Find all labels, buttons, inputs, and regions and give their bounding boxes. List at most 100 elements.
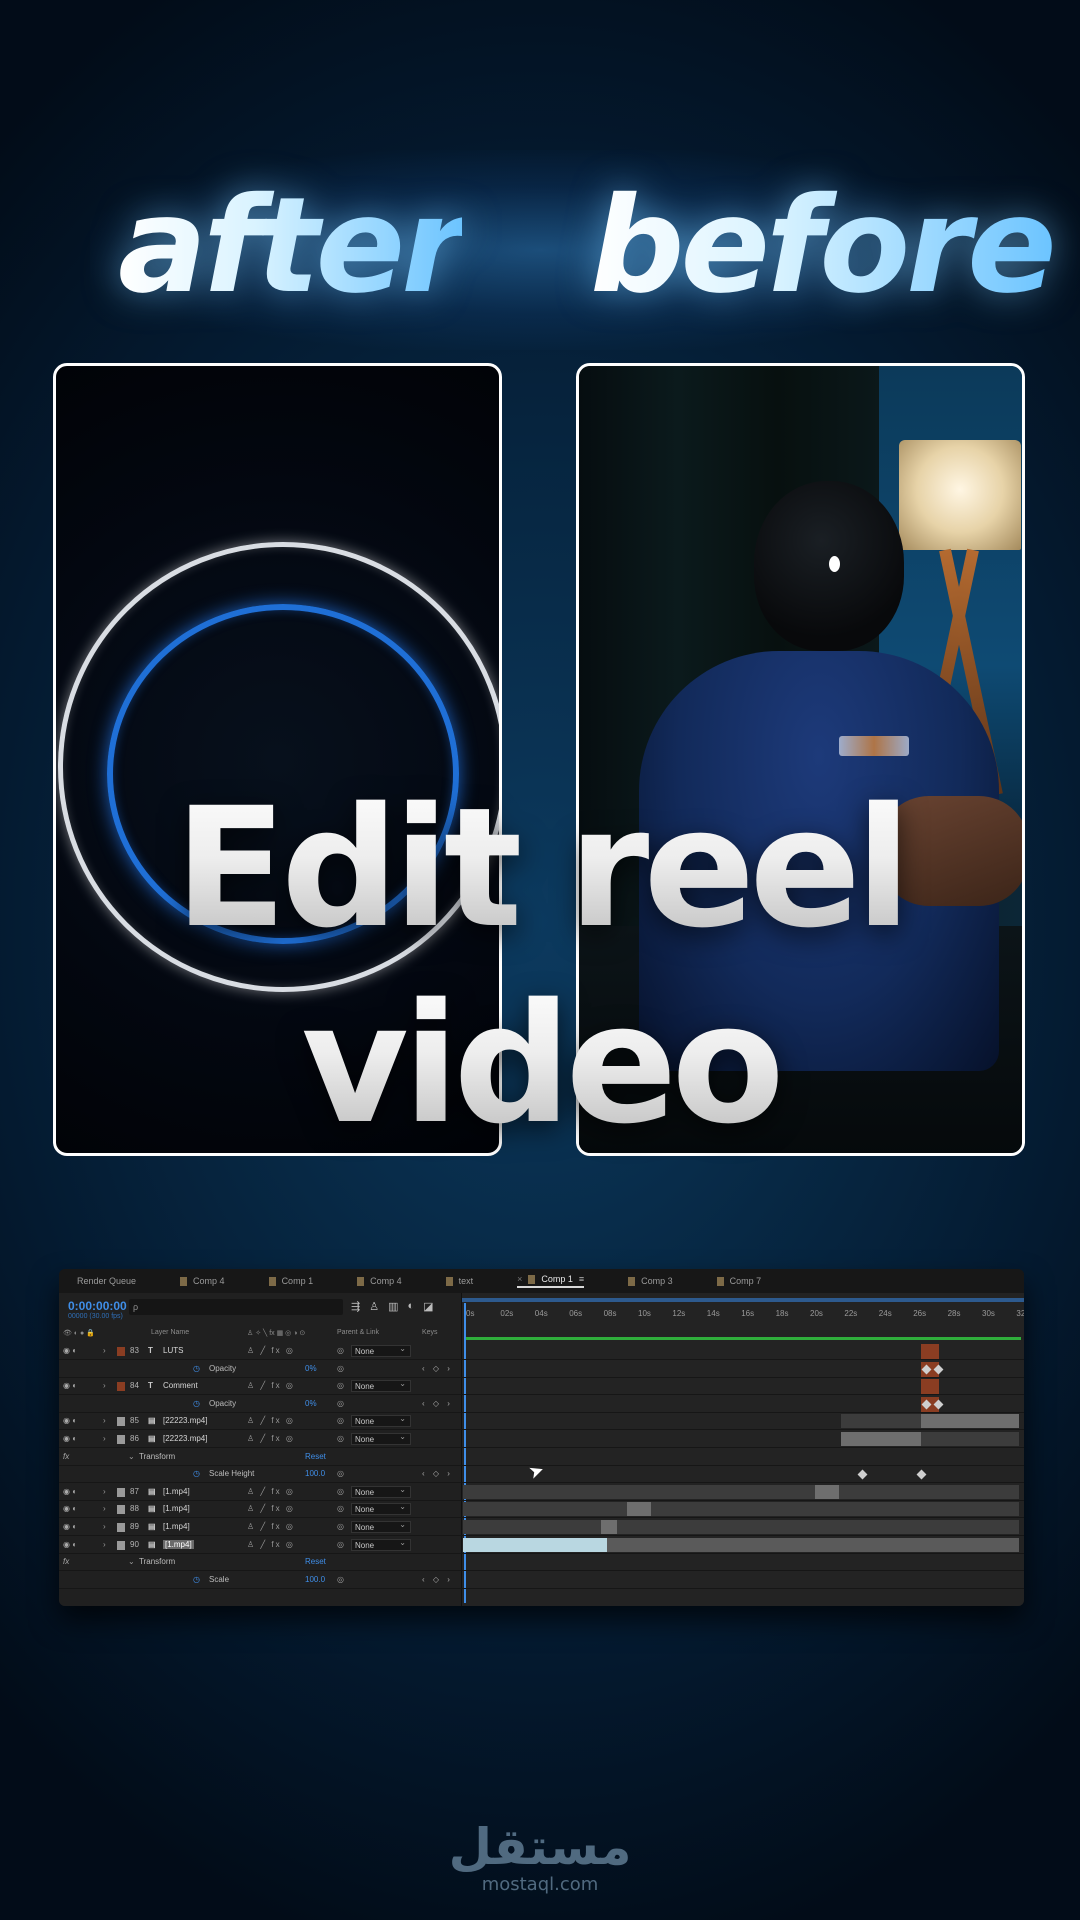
layer-name[interactable]: [22223.mp4] bbox=[163, 1434, 207, 1443]
layer-name[interactable]: [22223.mp4] bbox=[163, 1416, 207, 1425]
layer-switches[interactable]: ♙ ╱ fx ◎ bbox=[247, 1416, 295, 1425]
expand-arrow-icon[interactable]: › bbox=[103, 1540, 106, 1549]
layer-switches[interactable]: ♙ ╱ fx ◎ bbox=[247, 1434, 295, 1443]
tab-comp-7[interactable]: Comp 7 bbox=[716, 1276, 761, 1286]
clip-bar[interactable] bbox=[627, 1502, 651, 1517]
layer-name[interactable]: LUTS bbox=[163, 1346, 183, 1355]
expand-arrow-icon[interactable]: › bbox=[103, 1504, 106, 1513]
close-icon[interactable]: × bbox=[517, 1274, 522, 1284]
time-ruler[interactable]: 0s 02s 04s 06s 08s 10s 12s 14s 16s 18s 20s 22s 24s 26… bbox=[462, 1305, 1024, 1327]
keyframe-nav[interactable]: ‹ ◇ › bbox=[422, 1575, 453, 1584]
parent-select[interactable]: None bbox=[351, 1537, 411, 1551]
expand-arrow-icon[interactable]: › bbox=[103, 1487, 106, 1496]
layer-name[interactable]: Comment bbox=[163, 1381, 198, 1390]
tab-comp-4[interactable]: Comp 4 bbox=[180, 1276, 225, 1286]
clip-bar[interactable] bbox=[463, 1484, 815, 1499]
clip-bar[interactable] bbox=[651, 1502, 1019, 1517]
layer-row[interactable]: ◉ ◐ › 83 T LUTS ♙ ╱ fx ◎ ◎ None bbox=[59, 1343, 1024, 1360]
label-color-swatch[interactable] bbox=[117, 1435, 125, 1444]
label-color-swatch[interactable] bbox=[117, 1523, 125, 1532]
clip-bar[interactable] bbox=[921, 1432, 1019, 1446]
pickwhip-icon[interactable]: ◎ bbox=[337, 1504, 344, 1513]
layer-switches[interactable]: ♙ ╱ fx ◎ bbox=[247, 1504, 295, 1513]
graph-icon[interactable]: ⇶ bbox=[351, 1300, 360, 1313]
text-layer-clip[interactable] bbox=[921, 1344, 939, 1359]
expand-arrow-icon[interactable]: › bbox=[103, 1522, 106, 1531]
layer-switches[interactable]: ♙ ╱ fx ◎ bbox=[247, 1540, 295, 1549]
parent-select[interactable]: None bbox=[351, 1484, 411, 1498]
keyframe-nav[interactable]: ‹ ◇ › bbox=[422, 1364, 453, 1373]
clip-bar[interactable] bbox=[607, 1537, 1019, 1552]
clip-bar[interactable] bbox=[617, 1520, 1019, 1534]
tab-comp-3[interactable]: Comp 3 bbox=[628, 1276, 673, 1286]
expand-arrow-icon[interactable]: › bbox=[103, 1416, 106, 1425]
label-color-swatch[interactable] bbox=[117, 1505, 125, 1515]
group-row[interactable]: fx ⌄ Transform Reset bbox=[59, 1554, 1024, 1572]
parent-header[interactable]: Parent & Link bbox=[337, 1329, 379, 1336]
layer-switches[interactable]: ♙ ╱ fx ◎ bbox=[247, 1487, 295, 1496]
property-row[interactable]: ◷ Opacity 0% ◎ ‹ ◇ › bbox=[59, 1361, 1024, 1378]
pickwhip-icon[interactable]: ◎ bbox=[337, 1522, 344, 1531]
clip-bar[interactable] bbox=[815, 1484, 839, 1499]
tab-text[interactable]: text bbox=[445, 1276, 473, 1286]
visibility-icon[interactable]: ◉ ◐ bbox=[63, 1416, 77, 1425]
clip-bar[interactable] bbox=[463, 1537, 607, 1552]
stopwatch-icon[interactable]: ◷ bbox=[193, 1575, 200, 1584]
pickwhip-icon[interactable]: ◎ bbox=[337, 1416, 344, 1425]
pickwhip-icon[interactable]: ◎ bbox=[337, 1399, 344, 1408]
tab-comp-1[interactable]: × Comp 1 ≡ bbox=[517, 1274, 585, 1288]
property-value[interactable]: 0% bbox=[305, 1399, 317, 1408]
layer-name[interactable]: [1.mp4] bbox=[163, 1539, 194, 1549]
pickwhip-icon[interactable]: ◎ bbox=[337, 1575, 344, 1584]
pickwhip-icon[interactable]: ◎ bbox=[337, 1364, 344, 1373]
layer-switches[interactable]: ♙ ╱ fx ◎ bbox=[247, 1381, 295, 1390]
pickwhip-icon[interactable]: ◎ bbox=[337, 1540, 344, 1549]
label-color-swatch[interactable] bbox=[117, 1540, 125, 1550]
property-row[interactable]: ◷ Scale 100.0 ◎ ‹ ◇ › bbox=[59, 1572, 1024, 1589]
layer-name[interactable]: [1.mp4] bbox=[163, 1522, 190, 1531]
parent-select[interactable]: None bbox=[351, 1378, 411, 1393]
pickwhip-icon[interactable]: ◎ bbox=[337, 1469, 344, 1478]
keyframe-nav[interactable]: ‹ ◇ › bbox=[422, 1399, 453, 1408]
tab-comp-4[interactable]: Comp 4 bbox=[357, 1276, 402, 1286]
property-value[interactable]: 100.0 bbox=[305, 1469, 325, 1478]
clip-bar[interactable] bbox=[463, 1520, 601, 1534]
visibility-icon[interactable]: ◉ ◐ bbox=[63, 1487, 77, 1496]
pickwhip-icon[interactable]: ◎ bbox=[337, 1346, 344, 1355]
property-value[interactable]: 0% bbox=[305, 1364, 317, 1373]
expand-arrow-icon[interactable]: › bbox=[103, 1434, 106, 1443]
label-color-swatch[interactable] bbox=[117, 1347, 125, 1356]
motion-blur-icon[interactable]: ◐ bbox=[408, 1300, 415, 1313]
clip-bar[interactable] bbox=[463, 1502, 627, 1517]
parent-select[interactable]: None bbox=[351, 1343, 411, 1357]
parent-select[interactable]: None bbox=[351, 1501, 411, 1516]
pickwhip-icon[interactable]: ◎ bbox=[337, 1487, 344, 1496]
visibility-icon[interactable]: ◉ ◐ bbox=[63, 1540, 77, 1549]
pickwhip-icon[interactable]: ◎ bbox=[337, 1381, 344, 1390]
parent-select[interactable]: None bbox=[351, 1431, 411, 1445]
pickwhip-icon[interactable]: ◎ bbox=[337, 1434, 344, 1443]
expand-arrow-icon[interactable]: › bbox=[103, 1346, 106, 1355]
layer-switches[interactable]: ♙ ╱ fx ◎ bbox=[247, 1522, 295, 1531]
layer-name-header[interactable]: Layer Name bbox=[151, 1329, 189, 1336]
visibility-icon[interactable]: ◉ ◐ bbox=[63, 1434, 77, 1443]
layer-name[interactable]: [1.mp4] bbox=[163, 1504, 190, 1513]
visibility-icon[interactable]: ◉ ◐ bbox=[63, 1522, 77, 1531]
layer-row[interactable]: ◉ ◐ › 84 T Comment ♙ ╱ fx ◎ ◎ None bbox=[59, 1378, 1024, 1396]
stopwatch-icon[interactable]: ◷ bbox=[193, 1399, 200, 1408]
frame-blend-icon[interactable]: ▥ bbox=[388, 1300, 398, 1313]
reset-link[interactable]: Reset bbox=[305, 1452, 326, 1461]
shy-icon[interactable]: ♙ bbox=[369, 1300, 379, 1313]
visibility-icon[interactable]: ◉ ◐ bbox=[63, 1504, 77, 1513]
clip-bar[interactable] bbox=[841, 1432, 921, 1446]
label-color-swatch[interactable] bbox=[117, 1382, 125, 1392]
layer-name[interactable]: [1.mp4] bbox=[163, 1487, 190, 1496]
stopwatch-icon[interactable]: ◷ bbox=[193, 1469, 200, 1478]
tab-render-queue[interactable]: Render Queue bbox=[77, 1276, 136, 1286]
layer-search-input[interactable]: ρ bbox=[129, 1299, 343, 1315]
text-layer-clip[interactable] bbox=[921, 1379, 939, 1395]
clip-bar[interactable] bbox=[601, 1520, 617, 1534]
clip-bar[interactable] bbox=[839, 1484, 1019, 1499]
stopwatch-icon[interactable]: ◷ bbox=[193, 1364, 200, 1373]
graph-editor-icon[interactable]: ◪ bbox=[423, 1300, 433, 1313]
